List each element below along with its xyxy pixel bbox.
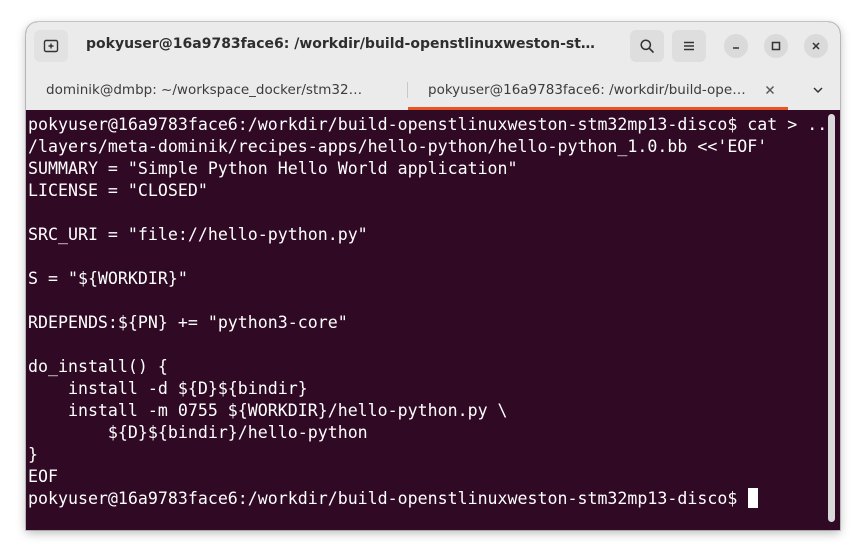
minimize-icon xyxy=(733,47,739,49)
terminal-line: ${D}${bindir}/hello-python xyxy=(28,423,368,442)
text-cursor xyxy=(748,488,759,508)
tab-dominik-workspace[interactable]: dominik@dmbp: ~/workspace_docker/stm32mp… xyxy=(26,70,406,110)
terminal-line: LICENSE = "CLOSED" xyxy=(28,181,208,200)
close-icon xyxy=(812,42,820,50)
terminal-output[interactable]: pokyuser@16a9783face6:/workdir/build-ope… xyxy=(26,110,828,530)
menu-button[interactable] xyxy=(672,30,706,62)
window-title: pokyuser@16a9783face6: /workdir/build-op… xyxy=(86,36,606,52)
tab-pokyuser-build[interactable]: pokyuser@16a9783face6: /workdir/build-op… xyxy=(408,70,788,110)
terminal-line: S = "${WORKDIR}" xyxy=(28,269,188,288)
terminal-line: RDEPENDS:${PN} += "python3-core" xyxy=(28,313,348,332)
tab-list-dropdown[interactable] xyxy=(808,80,828,100)
tab-close-button[interactable] xyxy=(762,82,778,98)
tab-label: pokyuser@16a9783face6: /workdir/build-op… xyxy=(428,82,750,98)
minimize-button[interactable] xyxy=(724,34,748,58)
terminal-line: EOF xyxy=(28,467,58,486)
shell-prompt: pokyuser@16a9783face6:/workdir/build-ope… xyxy=(28,489,748,508)
maximize-button[interactable] xyxy=(764,34,788,58)
title-bar: pokyuser@16a9783face6: /workdir/build-op… xyxy=(26,22,840,70)
hamburger-menu-icon xyxy=(684,41,694,51)
terminal-line: do_install() { xyxy=(28,357,168,376)
scrollbar-thumb[interactable] xyxy=(828,114,835,522)
terminal-line: pokyuser@16a9783face6:/workdir/build-ope… xyxy=(28,115,828,134)
terminal-line: } xyxy=(28,445,38,464)
terminal-window: pokyuser@16a9783face6: /workdir/build-op… xyxy=(26,22,840,530)
tab-label: dominik@dmbp: ~/workspace_docker/stm32mp… xyxy=(46,82,366,98)
tab-close-icon xyxy=(766,86,774,94)
search-button[interactable] xyxy=(630,30,664,62)
chevron-down-icon xyxy=(813,87,823,94)
terminal-prompt-line: pokyuser@16a9783face6:/workdir/build-ope… xyxy=(28,488,826,510)
new-tab-icon xyxy=(43,39,59,53)
maximize-icon xyxy=(771,41,781,51)
terminal-line: /layers/meta-dominik/recipes-apps/hello-… xyxy=(28,137,768,156)
terminal-line: install -m 0755 ${WORKDIR}/hello-python.… xyxy=(28,401,508,420)
terminal-line: SUMMARY = "Simple Python Hello World app… xyxy=(28,159,518,178)
new-tab-button[interactable] xyxy=(34,30,68,62)
search-icon xyxy=(640,39,654,53)
terminal-line: install -d ${D}${bindir} xyxy=(28,379,308,398)
close-button[interactable] xyxy=(804,34,828,58)
scrollbar[interactable] xyxy=(828,114,836,526)
tab-bar: dominik@dmbp: ~/workspace_docker/stm32m p… xyxy=(26,70,840,110)
terminal-line: SRC_URI = "file://hello-python.py" xyxy=(28,225,368,244)
